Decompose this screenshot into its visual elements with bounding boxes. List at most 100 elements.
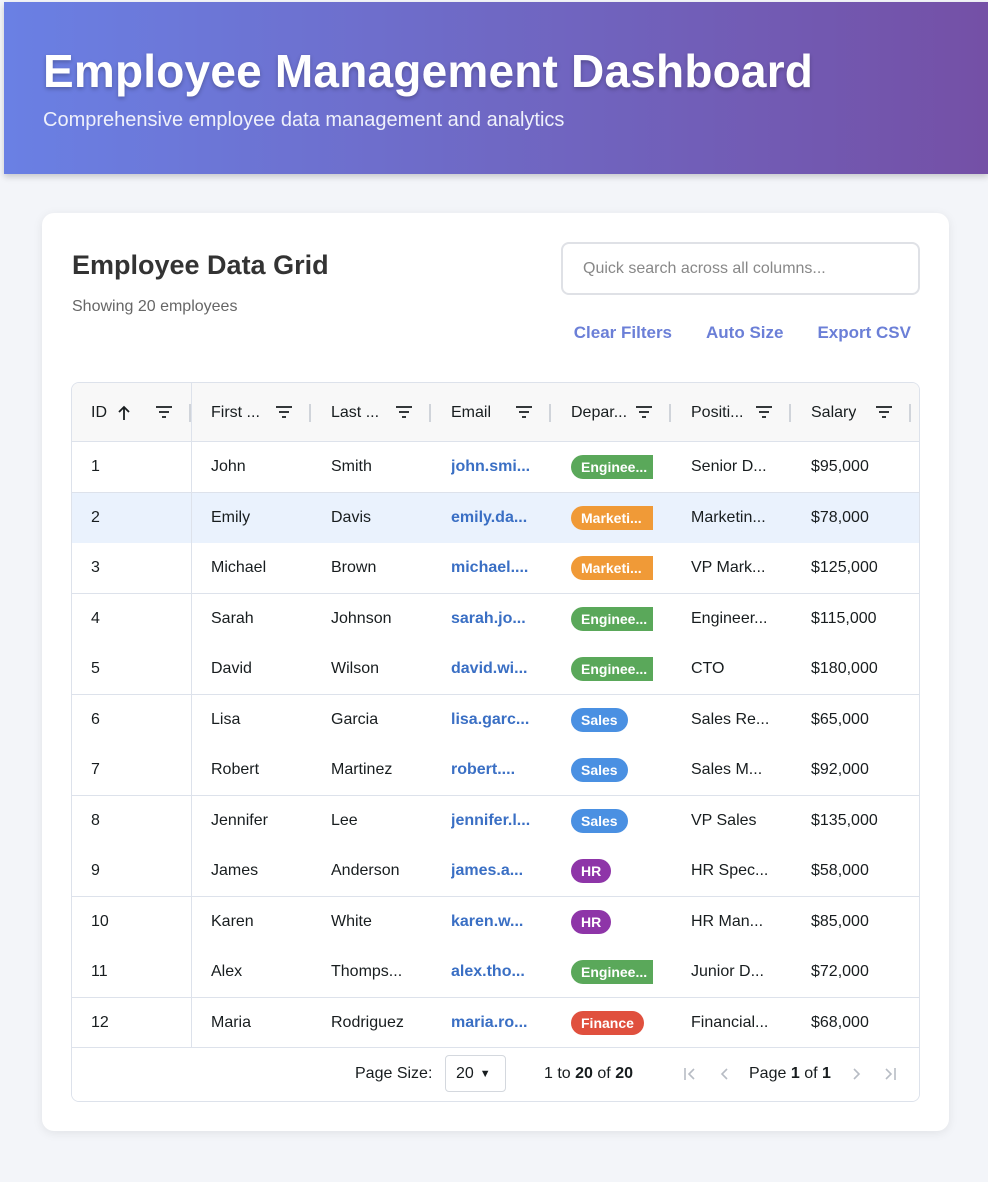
column-header-salary[interactable]: Salary: [811, 383, 869, 442]
table-row[interactable]: 7 Robert Martinez robert.... Sales Sales M...…: [72, 745, 919, 796]
cell-text: $125,000: [811, 559, 878, 576]
page-size-select[interactable]: 20 ▼: [445, 1055, 506, 1092]
filter-icon[interactable]: [755, 404, 773, 420]
table-row[interactable]: 3 Michael Brown michael.... Marketi... VP Mar…: [72, 543, 919, 594]
cell-text: robert....: [451, 761, 516, 778]
last-page-icon[interactable]: [883, 1067, 897, 1081]
department-badge: HR: [571, 859, 612, 883]
table-row[interactable]: 12 Maria Rodriguez maria.ro... Finance Financ…: [72, 997, 919, 1047]
table-row[interactable]: 10 Karen White karen.w... HR HR Man... $85,000: [72, 896, 919, 948]
filter-icon[interactable]: [275, 404, 293, 420]
cell-position: Marketin...: [691, 493, 781, 543]
range-total: 20: [615, 1065, 633, 1082]
filter-icon[interactable]: [155, 404, 173, 420]
cell-text: Robert: [211, 761, 260, 778]
cell-text: $85,000: [811, 912, 869, 930]
table-row[interactable]: 8 Jennifer Lee jennifer.l... Sales VP Sales $1…: [72, 795, 919, 847]
export-csv-button[interactable]: Export CSV: [817, 323, 911, 343]
cell-text: David: [211, 660, 252, 677]
cell-text: david.wi...: [451, 660, 528, 677]
column-header-department[interactable]: Depar...: [571, 383, 635, 442]
cell-text: $92,000: [811, 761, 869, 778]
clear-filters-button[interactable]: Clear Filters: [574, 323, 672, 343]
cell-email[interactable]: robert....: [451, 745, 541, 795]
quick-search-input[interactable]: [561, 242, 920, 295]
cell-text: Sarah: [211, 609, 254, 627]
filter-icon[interactable]: [635, 404, 653, 420]
cell-email[interactable]: alex.tho...: [451, 947, 541, 997]
table-row[interactable]: 9 James Anderson james.a... HR HR Spec... $58,…: [72, 846, 919, 897]
cell-email[interactable]: michael....: [451, 543, 541, 593]
column-separator[interactable]: [309, 404, 311, 422]
department-badge: Enginee...: [571, 960, 653, 984]
table-row[interactable]: 4 Sarah Johnson sarah.jo... Enginee... Engine…: [72, 593, 919, 645]
column-separator[interactable]: [909, 404, 911, 422]
cell-first-name: Alex: [211, 947, 301, 997]
cell-text: 6: [91, 710, 100, 728]
column-header-label: Depar...: [571, 403, 628, 421]
column-separator[interactable]: [669, 404, 671, 422]
cell-text: michael....: [451, 559, 529, 576]
cell-id: 3: [91, 543, 181, 593]
filter-icon[interactable]: [515, 404, 533, 420]
page-word: Page: [749, 1065, 787, 1082]
arrow-up-icon[interactable]: [117, 405, 131, 421]
cell-position: Senior D...: [691, 442, 781, 492]
cell-email[interactable]: john.smi...: [451, 442, 541, 492]
cell-text: jennifer.l...: [451, 811, 531, 829]
column-header-position[interactable]: Positi...: [691, 383, 751, 442]
cell-text: 12: [91, 1013, 109, 1031]
cell-position: VP Sales: [691, 796, 781, 846]
cell-first-name: John: [211, 442, 301, 492]
page-title: Employee Management Dashboard: [43, 45, 814, 97]
filter-icon[interactable]: [395, 404, 413, 420]
cell-id: 1: [91, 442, 181, 492]
cell-email[interactable]: emily.da...: [451, 493, 541, 543]
table-row[interactable]: 5 David Wilson david.wi... Enginee... CTO $180…: [72, 644, 919, 695]
first-page-icon[interactable]: [683, 1067, 697, 1081]
column-header-label: Positi...: [691, 403, 744, 421]
column-separator[interactable]: [789, 404, 791, 422]
cell-email[interactable]: sarah.jo...: [451, 594, 541, 644]
cell-position: VP Mark...: [691, 543, 781, 593]
table-row[interactable]: 1 John Smith john.smi... Enginee... Senior D.…: [72, 442, 919, 493]
cell-text: 11: [91, 963, 108, 980]
page-of-word: of: [804, 1065, 818, 1082]
column-separator[interactable]: [549, 404, 551, 422]
column-header-email[interactable]: Email: [451, 383, 509, 442]
cell-email[interactable]: david.wi...: [451, 644, 541, 694]
grid-pagination: Page Size: 20 ▼ 1 to 20 of 20 Page 1 of: [72, 1047, 919, 1101]
chevron-left-icon[interactable]: [718, 1067, 732, 1081]
column-header-label: First ...: [211, 403, 260, 421]
cell-email[interactable]: karen.w...: [451, 897, 541, 947]
column-separator[interactable]: [429, 404, 431, 422]
chevron-right-icon[interactable]: [849, 1067, 863, 1081]
column-header-first-name[interactable]: First ...: [211, 383, 269, 442]
table-row[interactable]: 6 Lisa Garcia lisa.garc... Sales Sales Re... $…: [72, 694, 919, 746]
cell-email[interactable]: maria.ro...: [451, 998, 541, 1047]
cell-salary: $78,000: [811, 493, 906, 543]
cell-salary: $92,000: [811, 745, 906, 795]
cell-id: 5: [91, 644, 181, 694]
cell-first-name: David: [211, 644, 301, 694]
cell-last-name: Anderson: [331, 846, 421, 896]
cell-text: HR Spec...: [691, 862, 769, 879]
cell-email[interactable]: james.a...: [451, 846, 541, 896]
page-header: Employee Management Dashboard Comprehens…: [4, 2, 988, 174]
cell-last-name: Brown: [331, 543, 421, 593]
cell-email[interactable]: lisa.garc...: [451, 695, 541, 745]
cell-text: Davis: [331, 508, 372, 526]
cell-text: $65,000: [811, 710, 869, 728]
cell-text: White: [331, 912, 372, 930]
filter-icon[interactable]: [875, 404, 893, 420]
column-header-last-name[interactable]: Last ...: [331, 383, 389, 442]
cell-first-name: Maria: [211, 998, 301, 1047]
auto-size-button[interactable]: Auto Size: [706, 323, 783, 343]
cell-email[interactable]: jennifer.l...: [451, 796, 541, 846]
cell-last-name: White: [331, 897, 421, 947]
page-indicator: Page 1 of 1: [749, 1065, 831, 1083]
table-row[interactable]: 11 Alex Thomps... alex.tho... Enginee... Juni…: [72, 947, 919, 998]
cell-text: 7: [91, 761, 100, 778]
table-row[interactable]: 2 Emily Davis emily.da... Marketi... Marketin…: [72, 492, 919, 544]
cell-last-name: Davis: [331, 493, 421, 543]
